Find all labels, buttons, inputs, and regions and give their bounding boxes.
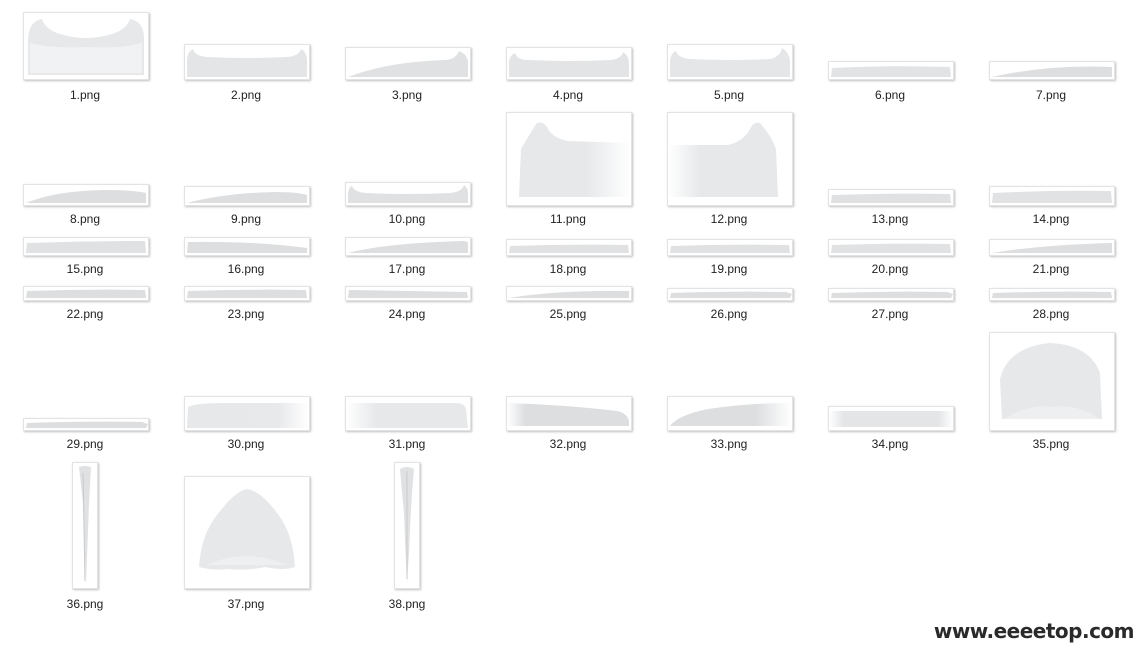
icicle-thumbnail <box>72 462 98 589</box>
snow-block-thumbnail <box>667 112 793 206</box>
file-name: 26.png <box>710 307 748 321</box>
file-name: 35.png <box>1032 437 1070 451</box>
file-name: 20.png <box>871 262 909 276</box>
file-name: 17.png <box>388 262 426 276</box>
snow-cap-thumbnail <box>23 12 149 80</box>
snow-strip-thumbnail <box>828 239 954 256</box>
snow-fade-bar-thumbnail <box>828 406 954 431</box>
file-name: 24.png <box>388 307 426 321</box>
file-name: 15.png <box>66 262 104 276</box>
snow-strip-thumbnail <box>23 418 149 431</box>
snow-dome-thumbnail <box>989 332 1115 431</box>
snow-strip-thumbnail <box>828 288 954 301</box>
watermark: www.eeeetop.com <box>933 619 1135 643</box>
file-name: 7.png <box>1035 88 1067 102</box>
snow-block-thumbnail <box>506 112 632 206</box>
snow-bar-thumbnail <box>184 44 310 80</box>
file-name: 10.png <box>388 212 426 226</box>
file-name: 14.png <box>1032 212 1070 226</box>
file-name: 5.png <box>713 88 745 102</box>
file-name: 30.png <box>227 437 265 451</box>
file-name: 22.png <box>66 307 104 321</box>
file-name: 6.png <box>874 88 906 102</box>
snow-arch-thumbnail <box>23 184 149 206</box>
snow-strip-thumbnail <box>828 61 954 80</box>
file-name: 23.png <box>227 307 265 321</box>
file-name: 9.png <box>230 212 262 226</box>
snow-bar-thumbnail <box>345 182 471 206</box>
snow-fade-bar-thumbnail <box>184 396 310 431</box>
file-name: 29.png <box>66 437 104 451</box>
snow-arch-thumbnail <box>506 286 632 301</box>
file-name: 8.png <box>69 212 101 226</box>
file-name: 1.png <box>69 88 101 102</box>
file-name: 28.png <box>1032 307 1070 321</box>
file-name: 32.png <box>549 437 587 451</box>
file-name: 25.png <box>549 307 587 321</box>
file-name: 21.png <box>1032 262 1070 276</box>
snow-strip-thumbnail <box>989 288 1115 301</box>
snow-bar-thumbnail <box>506 47 632 80</box>
snow-arch-fade-thumbnail <box>667 396 793 431</box>
file-name: 13.png <box>871 212 909 226</box>
file-name: 31.png <box>388 437 426 451</box>
file-name: 12.png <box>710 212 748 226</box>
snow-peak-thumbnail <box>184 476 310 589</box>
file-name: 33.png <box>710 437 748 451</box>
file-name: 36.png <box>66 597 104 611</box>
file-name: 3.png <box>391 88 423 102</box>
snow-strip-thumbnail <box>23 237 149 256</box>
file-name: 19.png <box>710 262 748 276</box>
snow-wedge-thumbnail <box>506 396 632 431</box>
snow-arch-thumbnail <box>989 239 1115 256</box>
file-name: 16.png <box>227 262 265 276</box>
snow-arch-thumbnail <box>184 237 310 256</box>
snow-strip-thumbnail <box>828 189 954 206</box>
snow-strip-thumbnail <box>667 288 793 301</box>
file-name: 38.png <box>388 597 426 611</box>
snow-bar-thumbnail <box>667 44 793 80</box>
file-name: 2.png <box>230 88 262 102</box>
snow-strip-thumbnail <box>667 239 793 256</box>
snow-fade-bar-thumbnail <box>345 396 471 431</box>
snow-arch-thumbnail <box>345 237 471 256</box>
snow-strip-thumbnail <box>184 286 310 301</box>
file-name: 11.png <box>550 212 586 226</box>
file-name: 4.png <box>552 88 584 102</box>
file-name: 27.png <box>871 307 909 321</box>
file-name: 37.png <box>227 597 265 611</box>
snow-strip-thumbnail <box>23 286 149 301</box>
snow-strip-thumbnail <box>345 286 471 301</box>
snow-arch-thumbnail <box>989 61 1115 80</box>
file-name: 18.png <box>549 262 587 276</box>
file-name: 34.png <box>871 437 909 451</box>
icicle-thumbnail <box>394 462 420 589</box>
snow-strip-thumbnail <box>506 239 632 256</box>
snow-arch-thumbnail <box>184 186 310 206</box>
snow-arch-thumbnail <box>345 47 471 80</box>
snow-strip-thumbnail <box>989 186 1115 206</box>
